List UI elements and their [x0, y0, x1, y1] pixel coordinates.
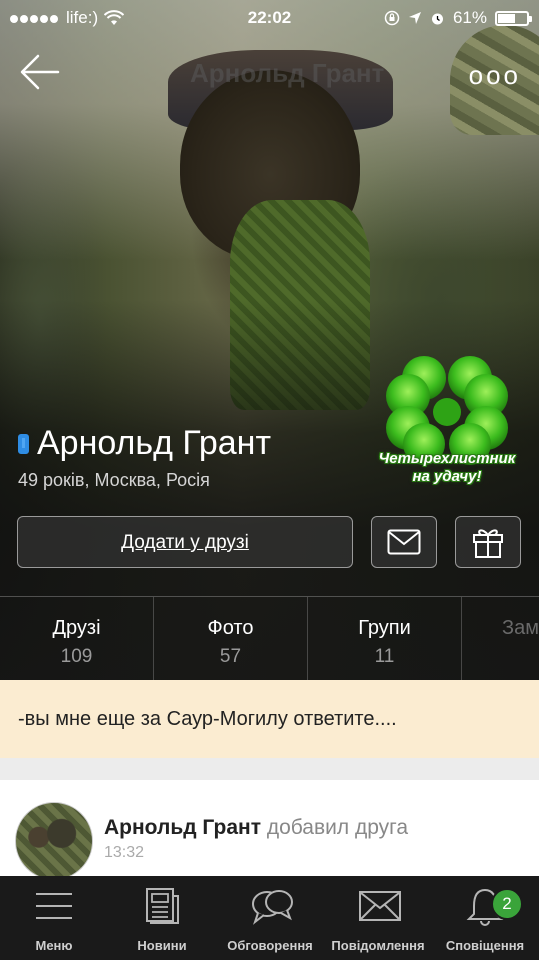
status-bar: life:) 22:02 61%	[0, 0, 539, 36]
sticker-caption: Четырехлистник на удачу!	[378, 450, 516, 485]
faded-header-title: Арнольд Грант	[190, 58, 385, 88]
feed-item[interactable]: Арнольд Грант добавил друга 13:32	[0, 780, 539, 880]
status-message-text: -вы мне еще за Саур-Могилу ответите....	[18, 708, 397, 730]
feed-item-title: Арнольд Грант добавил друга	[104, 816, 408, 840]
stat-label: Друзі	[52, 617, 101, 639]
back-button[interactable]	[18, 50, 62, 94]
envelope-icon	[359, 891, 401, 921]
tab-label: Меню	[35, 938, 73, 953]
arrow-left-icon	[20, 54, 60, 90]
mobile-phone-icon	[18, 433, 29, 454]
feed-timestamp: 13:32	[104, 844, 145, 861]
envelope-icon	[387, 529, 421, 555]
newspaper-icon	[146, 888, 179, 924]
profile-cover-photo[interactable]	[0, 0, 539, 680]
tab-label: Новини	[137, 938, 187, 953]
bottom-tab-bar: Меню Новини Обговорення Повідомлення 2 С…	[0, 876, 539, 960]
tab-discussions[interactable]: Обговорення	[216, 876, 324, 960]
profile-name-row: Арнольд Грант	[18, 424, 271, 463]
tab-messages[interactable]: Повідомлення	[324, 876, 432, 960]
tab-label: Обговорення	[227, 938, 313, 953]
rotation-lock-icon	[384, 10, 400, 26]
profile-name: Арнольд Грант	[37, 424, 272, 462]
tab-news[interactable]: Новини	[108, 876, 216, 960]
stat-notes[interactable]: Зам	[462, 597, 539, 681]
stat-photos[interactable]: Фото 57	[154, 597, 308, 681]
section-divider	[0, 758, 539, 780]
chat-bubbles-icon	[252, 890, 293, 925]
tab-menu[interactable]: Меню	[0, 876, 108, 960]
gift-icon	[473, 529, 503, 558]
stat-label: Фото	[207, 617, 254, 639]
stat-friends[interactable]: Друзі 109	[0, 597, 154, 681]
add-friend-label: Додати у друзі	[121, 532, 249, 553]
tab-notifications[interactable]: 2 Сповіщення	[431, 876, 539, 960]
battery-level	[498, 13, 516, 23]
stat-groups[interactable]: Групи 11	[308, 597, 462, 681]
more-options-button[interactable]: ooo	[469, 60, 521, 91]
profile-meta: 49 років, Москва, Росія	[18, 470, 210, 490]
stat-value: 11	[374, 646, 395, 667]
add-friend-button[interactable]: Додати у друзі	[17, 516, 353, 568]
send-gift-button[interactable]	[455, 516, 521, 568]
feed-author[interactable]: Арнольд Грант	[104, 816, 261, 839]
battery-icon	[495, 10, 532, 26]
hamburger-menu-icon	[36, 893, 72, 919]
tab-label: Сповіщення	[445, 938, 525, 953]
battery-percent: 61%	[452, 8, 487, 27]
more-dots-icon: ooo	[468, 60, 521, 90]
send-message-button[interactable]	[371, 516, 437, 568]
stat-value: 57	[219, 646, 242, 667]
tab-label: Повідомлення	[331, 938, 425, 953]
feed-action: добавил друга	[266, 816, 409, 839]
notification-badge: 2	[491, 888, 523, 920]
stat-label: Групи	[358, 617, 411, 639]
stat-label: Зам	[502, 617, 539, 639]
stat-value: 109	[60, 646, 93, 667]
location-arrow-icon	[408, 12, 421, 24]
profile-stats: Друзі 109 Фото 57 Групи 11 Зам	[0, 596, 539, 681]
avatar[interactable]	[15, 802, 93, 880]
status-message[interactable]: -вы мне еще за Саур-Могилу ответите....	[0, 680, 539, 758]
alarm-clock-icon	[431, 13, 443, 24]
